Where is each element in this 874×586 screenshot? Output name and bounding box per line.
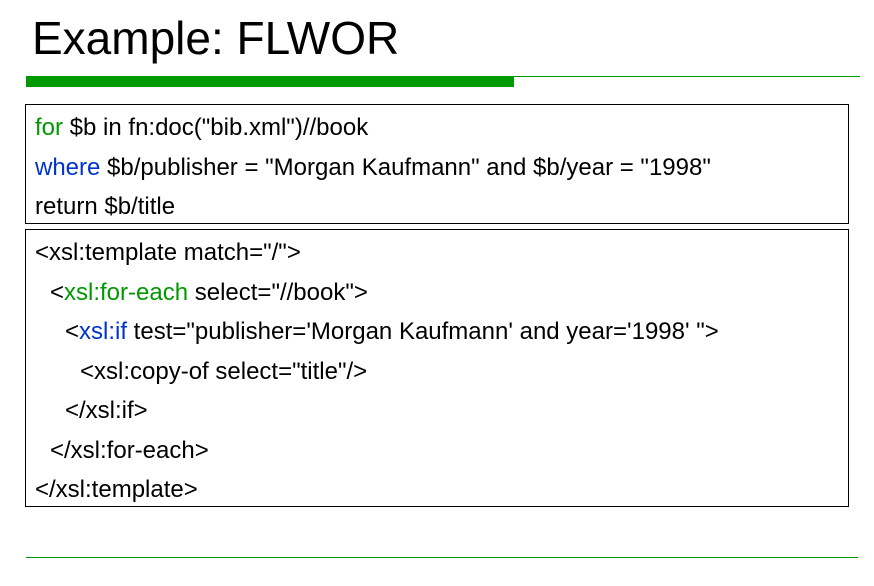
flwor-line-where-text: $b/publisher = "Morgan Kaufmann" and $b/… <box>100 153 711 181</box>
xsl-line-for-each-close: </xsl:for-each> <box>50 436 209 464</box>
flwor-line-for-text: $b in fn:doc("bib.xml")//book <box>63 114 369 141</box>
flwor-line-return-text: return $b/title <box>35 193 176 220</box>
title-underline-thick <box>26 77 514 87</box>
xsl-line-if-open: <xsl:if test="publisher='Morgan Kaufmann… <box>35 312 839 352</box>
keyword-for: for <box>35 114 64 141</box>
xsl-for-each-attrs: select="//book"> <box>188 278 368 306</box>
xsl-code-box: <xsl:template match="/"> <xsl:for-each s… <box>25 229 849 507</box>
slide-title: Example: FLWOR <box>32 12 400 64</box>
xsl-line-if-close: </xsl:if> <box>65 397 148 424</box>
flwor-line-for: for $b in fn:doc("bib.xml")//book <box>35 108 839 148</box>
xsl-if-bracket: < <box>65 318 80 345</box>
xsl-line-copy-of: <xsl:copy-of select="title"/> <box>80 357 368 385</box>
xsl-line-for-each-open: <xsl:for-each select="//book"> <box>35 273 839 313</box>
keyword-xsl-if: xsl:if <box>79 318 128 345</box>
keyword-xsl-for-each: xsl:for-each <box>64 278 189 306</box>
title-underline <box>26 76 860 89</box>
keyword-where: where <box>35 153 101 181</box>
flwor-line-return: return $b/title <box>35 187 839 227</box>
footer-rule <box>26 557 858 558</box>
xsl-line-template-close: </xsl:template> <box>35 476 198 503</box>
xsl-if-attrs: test="publisher='Morgan Kaufmann' and ye… <box>127 318 719 345</box>
flwor-code-box: for $b in fn:doc("bib.xml")//book where … <box>25 104 849 224</box>
flwor-line-where: where $b/publisher = "Morgan Kaufmann" a… <box>35 148 839 188</box>
xsl-for-each-bracket: < <box>50 278 65 306</box>
xsl-line-template-open: <xsl:template match="/"> <box>35 239 301 266</box>
